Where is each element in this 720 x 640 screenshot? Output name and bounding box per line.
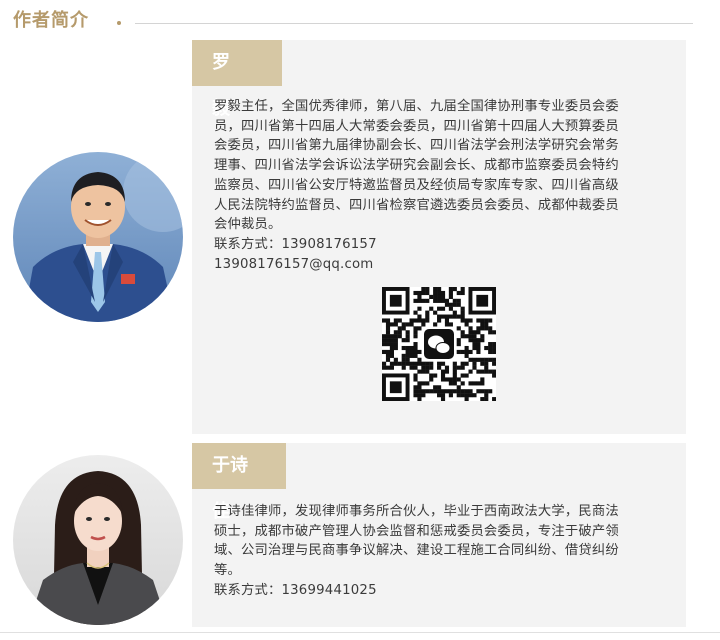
bio-line: 域、公司治理与民商事争议解决、建设工程施工合同纠纷、借贷纠纷 xyxy=(214,543,619,559)
author-bio: 罗毅主任，全国优秀律师，第八届、九届全国律协刑事专业委员会委 员，四川省第十四届… xyxy=(214,97,666,274)
bio-line: 理事、四川省法学会诉讼法学研究会副会长、成都市监察委员会特约 xyxy=(214,158,619,174)
contact-phone: 联系方式：13699441025 xyxy=(214,582,377,598)
bio-line: 硕士，成都市破产管理人协会监督和惩戒委员会委员，专注于破产领 xyxy=(214,523,619,539)
bio-line: 罗毅主任，全国优秀律师，第八届、九届全国律协刑事专业委员会委 xyxy=(214,99,619,114)
section-title: 作者简介 xyxy=(13,10,89,31)
author-card-luo: 罗毅 罗毅主任，全国优秀律师，第八届、九届全国律协刑事专业委员会委 员，四川省第… xyxy=(192,40,686,434)
section-header: 作者简介 xyxy=(13,8,693,34)
wechat-icon xyxy=(424,329,454,359)
bio-line: 员，四川省第十四届人大常委会委员，四川省第十四届人大预算委员 xyxy=(214,118,619,134)
author-bio: 于诗佳律师，发现律师事务所合伙人，毕业于西南政法大学，民商法 硕士，成都市破产管… xyxy=(214,502,666,601)
author-name-tag: 罗毅 xyxy=(192,40,282,119)
bio-line: 于诗佳律师，发现律师事务所合伙人，毕业于西南政法大学，民商法 xyxy=(214,504,619,519)
title-dot xyxy=(117,21,121,25)
bio-line: 人民法院特约监督员、四川省检察官遴选委员会委员、成都仲裁委员 xyxy=(214,197,619,213)
author-card-yu: 于诗佳 于诗佳律师，发现律师事务所合伙人，毕业于西南政法大学，民商法 硕士，成都… xyxy=(192,443,686,627)
bio-line: 监察员、四川省公安厅特邀监督员及经侦局专家库专家、四川省高级 xyxy=(214,177,619,193)
bottom-divider xyxy=(0,632,720,633)
contact-phone: 联系方式：13908176157 xyxy=(214,236,377,252)
bio-line: 等。 xyxy=(214,563,241,579)
author-name-tag: 于诗佳 xyxy=(192,443,286,522)
author-avatar-luo xyxy=(13,152,183,322)
bio-line: 会委员，四川省第九届律协副会长、四川省法学会刑法学研究会常务 xyxy=(214,138,619,154)
bio-line: 会仲裁员。 xyxy=(214,217,282,233)
contact-email[interactable]: 13908176157@qq.com xyxy=(214,255,666,275)
header-divider xyxy=(135,23,693,24)
wechat-qr-code[interactable] xyxy=(382,287,497,402)
author-avatar-yu xyxy=(13,455,183,625)
